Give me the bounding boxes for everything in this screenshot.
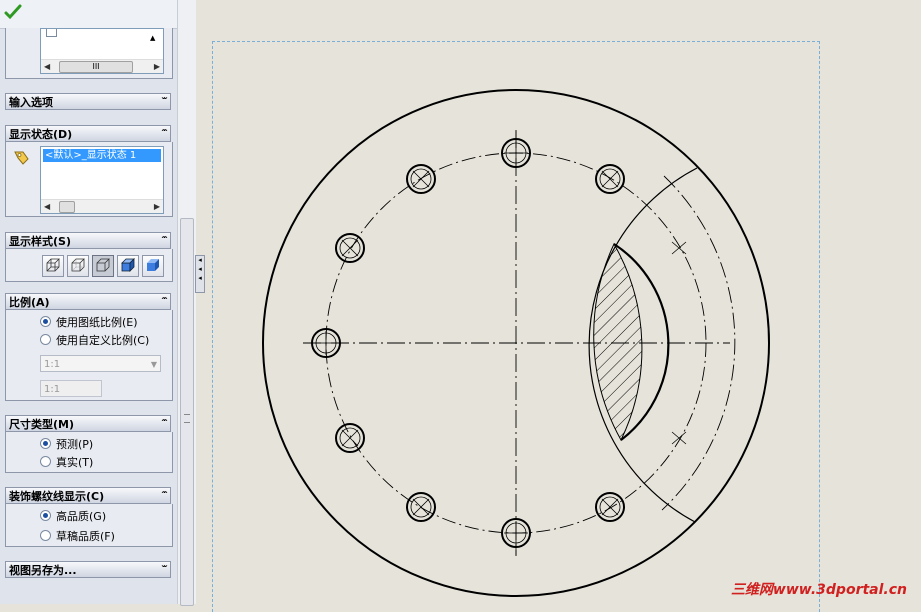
bolt-hole[interactable]	[335, 233, 365, 263]
hatched-section	[593, 242, 643, 442]
bolt-hole[interactable]	[595, 492, 625, 522]
bolt-hole[interactable]	[311, 328, 341, 358]
watermark-text: 三维网www.3dportal.cn	[730, 582, 907, 598]
bolt-hole[interactable]	[406, 164, 436, 194]
bolt-hole[interactable]	[595, 164, 625, 194]
flange-drawing-view[interactable]	[0, 0, 921, 604]
bolt-hole[interactable]	[501, 518, 531, 555]
bolt-hole[interactable]	[501, 131, 531, 168]
bolt-hole[interactable]	[406, 492, 436, 522]
bolt-hole[interactable]	[335, 423, 365, 453]
